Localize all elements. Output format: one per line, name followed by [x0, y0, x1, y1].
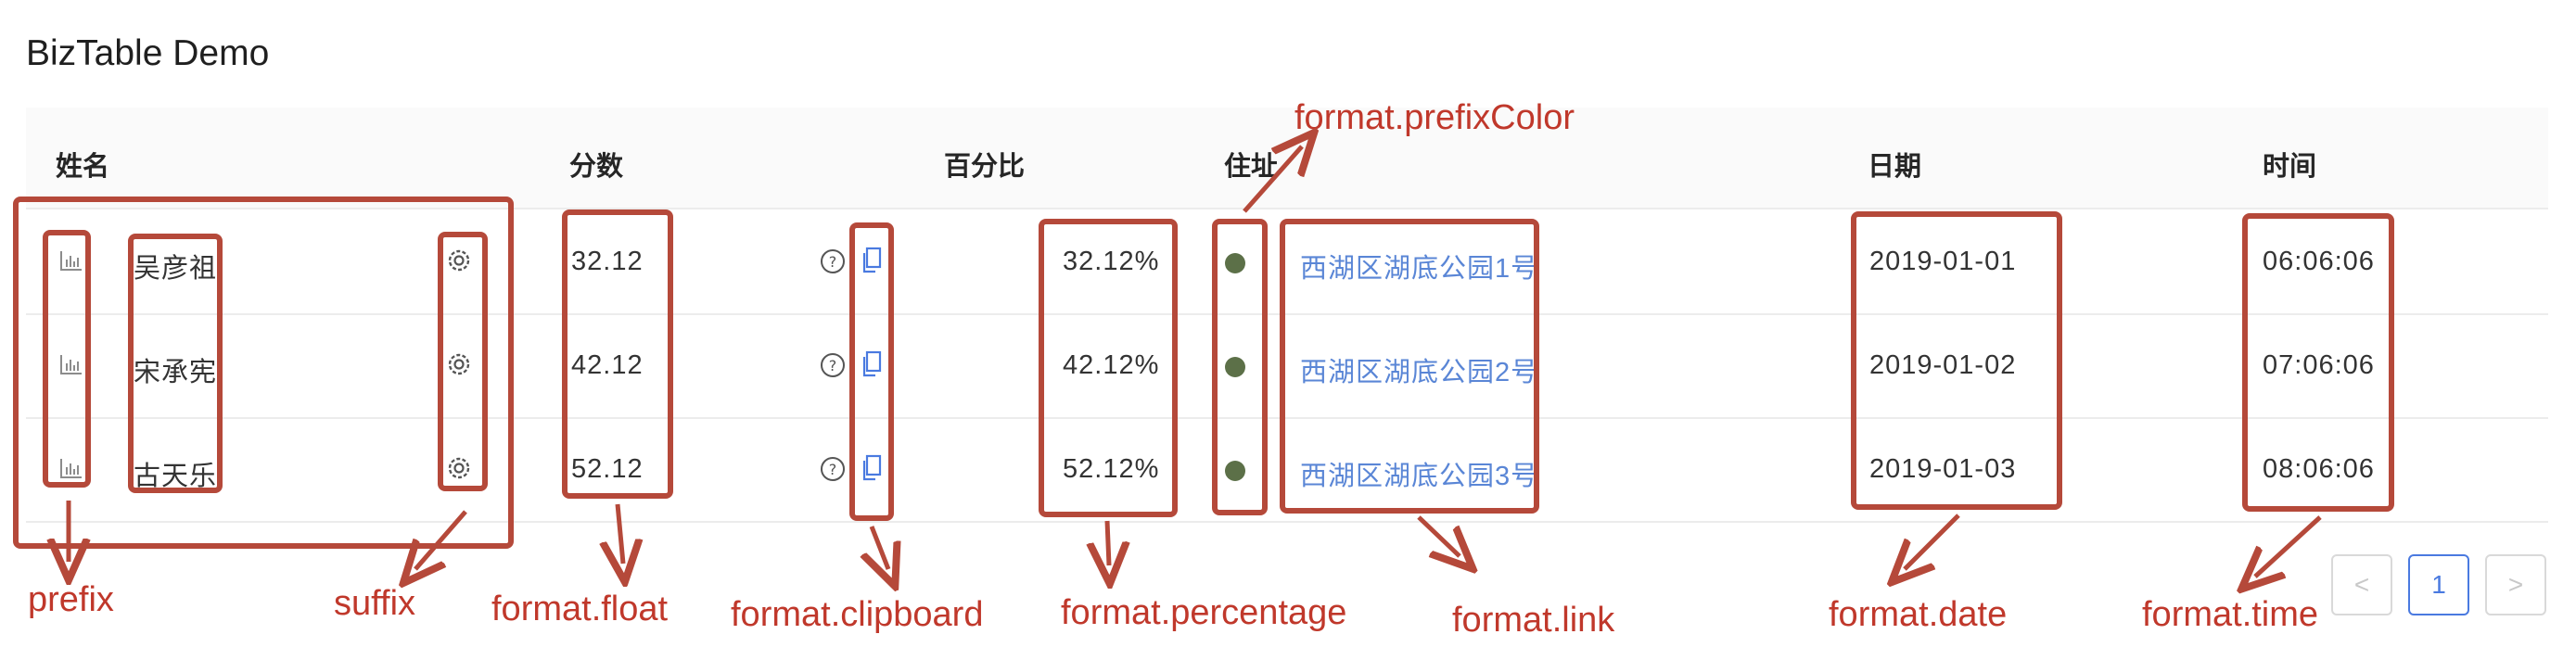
page-title: BizTable Demo [26, 33, 270, 73]
annotation-label-link: format.link [1452, 601, 1615, 640]
question-circle-icon[interactable]: ? [820, 352, 846, 383]
column-header-percent[interactable]: 百分比 [944, 145, 1025, 184]
table-header: 姓名 分数 百分比 住址 日期 时间 [26, 108, 2548, 209]
pagination-prev-button[interactable]: < [2331, 554, 2392, 615]
column-header-address[interactable]: 住址 [1224, 145, 1278, 184]
column-header-name[interactable]: 姓名 [56, 145, 109, 184]
annotation-label-suffix: suffix [334, 584, 416, 623]
suffix-annotation-box [438, 232, 488, 491]
annotation-label-float: format.float [491, 590, 669, 628]
svg-text:?: ? [829, 253, 837, 271]
column-header-date[interactable]: 日期 [1868, 145, 1921, 184]
annotation-label-prefix: prefix [28, 580, 114, 619]
time-annotation-box [2242, 213, 2394, 512]
pagination-next-button[interactable]: > [2485, 554, 2546, 615]
prefix-annotation-box [43, 230, 91, 488]
column-header-score[interactable]: 分数 [569, 145, 623, 184]
question-circle-icon[interactable]: ? [820, 456, 846, 487]
percentage-annotation-box [1039, 219, 1178, 517]
name-annotation-box [128, 234, 223, 493]
prefix-color-annotation-box [1212, 219, 1268, 515]
svg-text:?: ? [829, 461, 837, 478]
svg-text:?: ? [829, 357, 837, 374]
clipboard-annotation-box [849, 222, 894, 521]
annotation-label-date: format.date [1829, 595, 2008, 634]
link-annotation-box [1280, 219, 1539, 514]
question-circle-icon[interactable]: ? [820, 248, 846, 279]
float-annotation-box [562, 209, 673, 499]
annotation-label-prefix-color: format.prefixColor [1294, 98, 1575, 137]
date-annotation-box [1851, 211, 2062, 510]
annotation-label-clipboard: format.clipboard [731, 595, 984, 634]
column-header-time[interactable]: 时间 [2263, 145, 2316, 184]
annotation-label-time: format.time [2142, 595, 2319, 634]
pagination-page-1[interactable]: 1 [2408, 554, 2469, 615]
annotation-label-percentage: format.percentage [1061, 593, 1347, 632]
